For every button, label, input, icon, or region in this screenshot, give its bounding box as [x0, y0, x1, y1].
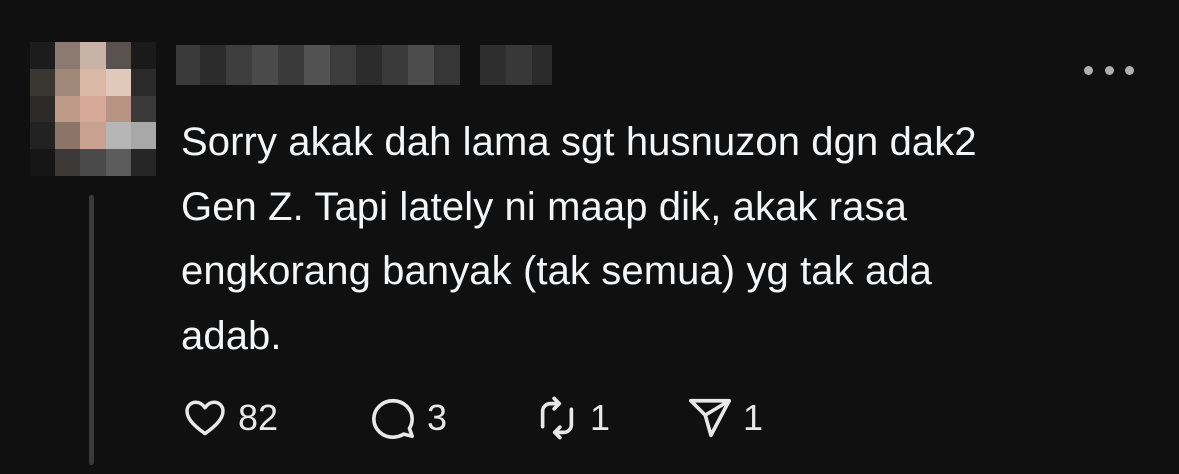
reply-count: 3	[427, 397, 448, 438]
thread-post: Sorry akak dah lama sgt husnuzon dgn dak…	[0, 0, 1179, 474]
like-count: 82	[238, 397, 279, 438]
reply-button[interactable]: 3	[369, 392, 447, 444]
like-button[interactable]: 82	[182, 392, 278, 444]
post-text: Sorry akak dah lama sgt husnuzon dgn dak…	[181, 120, 977, 358]
share-count: 1	[743, 397, 764, 438]
more-horizontal-icon[interactable]	[1084, 58, 1134, 82]
repost-count: 1	[590, 397, 611, 438]
repost-button[interactable]: 1	[534, 392, 610, 444]
repost-icon	[540, 396, 574, 440]
send-icon	[689, 398, 731, 438]
heart-icon	[185, 400, 225, 436]
thread-line	[89, 195, 94, 465]
avatar[interactable]	[30, 42, 156, 176]
comment-icon	[372, 398, 414, 439]
username-redacted[interactable]	[176, 45, 552, 85]
share-button[interactable]: 1	[687, 392, 763, 444]
